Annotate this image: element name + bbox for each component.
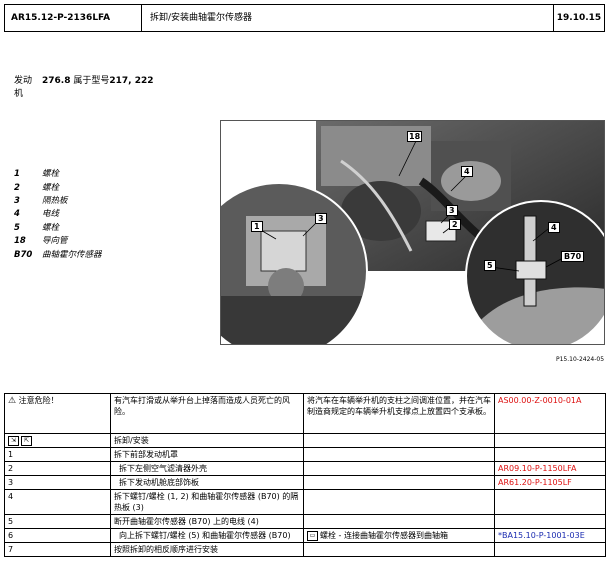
danger-measure: 将汽车在车辆举升机的支柱之间调准位置，并在汽车制造商规定的车辆举升机支撑点上放置…	[303, 393, 495, 434]
step-num: 2	[4, 461, 111, 476]
danger-text: 有汽车打滑或从举升台上掉落而造成人员死亡的风险。	[110, 393, 304, 434]
step-ref-link[interactable]: *BA15.10-P-1001-03E	[494, 528, 606, 543]
step-ref-link[interactable]: AR61.20-P-1105LF	[494, 475, 606, 490]
warning-icon: ⚠	[8, 396, 17, 406]
engine-applicability: 276.8 属于型号217, 222	[42, 73, 154, 86]
danger-ref-link[interactable]: AS00.00-Z-0010-01A	[494, 393, 606, 434]
step-num: 5	[4, 514, 111, 529]
doc-id: AR15.12-P-2136LFA	[5, 5, 142, 31]
step-text: 拆下前部发动机罩	[110, 447, 304, 462]
step-note: 螺栓 - 连接曲轴霍尔传感器到曲轴箱	[320, 531, 448, 540]
doc-date: 19.10.15	[556, 13, 602, 23]
legend-item: 18 导向管	[14, 235, 68, 247]
step-num: 4	[4, 489, 111, 515]
engine-figure: 18 4 3 2 1 3 4 5 B70	[220, 120, 605, 345]
engine-model: 276.8	[42, 76, 71, 86]
legend-text: 隔热板	[42, 196, 68, 206]
step-num: 3	[4, 475, 111, 490]
legend-text: 电线	[42, 209, 60, 219]
step-note-cell: ▭ 螺栓 - 连接曲轴霍尔传感器到曲轴箱	[303, 528, 495, 543]
step-num: 6	[4, 528, 111, 543]
legend-text: 导向管	[42, 236, 68, 246]
step-text: 拆下发动机舱底部饰板	[110, 475, 304, 490]
engine-label-2: 机	[14, 89, 24, 99]
legend-item: 5 螺栓	[14, 222, 59, 234]
step-text: 拆下螺钉/螺栓 (1, 2) 和曲轴霍尔传感器 (B70) 的隔热板 (3)	[110, 489, 304, 515]
legend-num: 1	[14, 169, 20, 179]
callout-b70: B70	[561, 251, 585, 262]
table-row: 2 拆下左侧空气滤清器外壳 AR09.10-P-1150LFA	[4, 461, 606, 476]
doc-title: 拆卸/安装曲轴霍尔传感器	[142, 5, 554, 31]
legend-num: 2	[14, 183, 20, 193]
legend-num: 3	[14, 196, 20, 206]
step-ref-link[interactable]: AR09.10-P-1150LFA	[494, 461, 606, 476]
callout-1: 1	[251, 221, 263, 232]
table-row: 4 拆下螺钉/螺栓 (1, 2) 和曲轴霍尔传感器 (B70) 的隔热板 (3)	[4, 489, 606, 515]
engine-label: 发动	[14, 76, 33, 86]
step-text: 拆下左侧空气滤清器外壳	[110, 461, 304, 476]
table-row: 3 拆下发动机舱底部饰板 AR61.20-P-1105LF	[4, 475, 606, 490]
table-row: 1 拆下前部发动机罩	[4, 447, 606, 462]
legend-num: 4	[14, 209, 20, 219]
legend-item: B70 曲轴霍尔传感器	[14, 249, 102, 261]
legend-text: 螺栓	[42, 223, 60, 233]
procedure-table: ⚠ 注意危险！ 有汽车打滑或从举升台上掉落而造成人员死亡的风险。 将汽车在车辆举…	[4, 393, 606, 557]
document-header: AR15.12-P-2136LFA 拆卸/安装曲轴霍尔传感器 19.10.15	[4, 4, 605, 32]
engine-types: 217, 222	[109, 76, 154, 86]
legend-text: 螺栓	[42, 183, 60, 193]
engine-text: 属于型号	[73, 76, 110, 86]
legend-text: 曲轴霍尔传感器	[42, 250, 102, 260]
callout-3-zoom: 3	[315, 213, 327, 224]
step-text: 向上拆下螺钉/螺栓 (5) 和曲轴霍尔传感器 (B70)	[110, 528, 304, 543]
legend-item: 1 螺栓	[14, 168, 59, 180]
section-icons-cell: ⇲ ⇱	[4, 433, 111, 448]
legend-item: 3 隔热板	[14, 195, 68, 207]
section-row: ⇲ ⇱ 拆卸/安装	[4, 433, 606, 448]
legend-num: 5	[14, 223, 20, 233]
torque-icon: ▭	[307, 530, 318, 541]
legend-text: 螺栓	[42, 169, 60, 179]
callout-4: 4	[461, 166, 473, 177]
callout-4-zoom: 4	[548, 222, 560, 233]
legend-item: 2 螺栓	[14, 182, 59, 194]
danger-row: ⚠ 注意危险！ 有汽车打滑或从举升台上掉落而造成人员死亡的风险。 将汽车在车辆举…	[4, 393, 606, 434]
section-title: 拆卸/安装	[110, 433, 304, 448]
danger-label-cell: ⚠ 注意危险！	[4, 393, 111, 434]
danger-label: 注意危险！	[18, 396, 59, 405]
callout-3: 3	[446, 205, 458, 216]
callout-18: 18	[407, 131, 423, 142]
callout-5-zoom: 5	[484, 260, 496, 271]
callout-2: 2	[449, 219, 461, 230]
remove-icon: ⇲	[8, 435, 19, 446]
legend-num: 18	[14, 236, 26, 246]
legend-item: 4 电线	[14, 208, 59, 220]
figure-caption: P15.10-2424-05	[556, 356, 605, 363]
table-row: 7 按照拆卸的相反顺序进行安装	[4, 542, 606, 557]
step-num: 7	[4, 542, 111, 557]
step-text: 断开曲轴霍尔传感器 (B70) 上的电线 (4)	[110, 514, 304, 529]
legend-num: B70	[14, 250, 33, 260]
step-num: 1	[4, 447, 111, 462]
install-icon: ⇱	[21, 435, 32, 446]
table-row: 5 断开曲轴霍尔传感器 (B70) 上的电线 (4)	[4, 514, 606, 529]
step-text: 按照拆卸的相反顺序进行安装	[110, 542, 304, 557]
table-row: 6 向上拆下螺钉/螺栓 (5) 和曲轴霍尔传感器 (B70) ▭ 螺栓 - 连接曲…	[4, 528, 606, 543]
engine-photo	[221, 121, 604, 344]
